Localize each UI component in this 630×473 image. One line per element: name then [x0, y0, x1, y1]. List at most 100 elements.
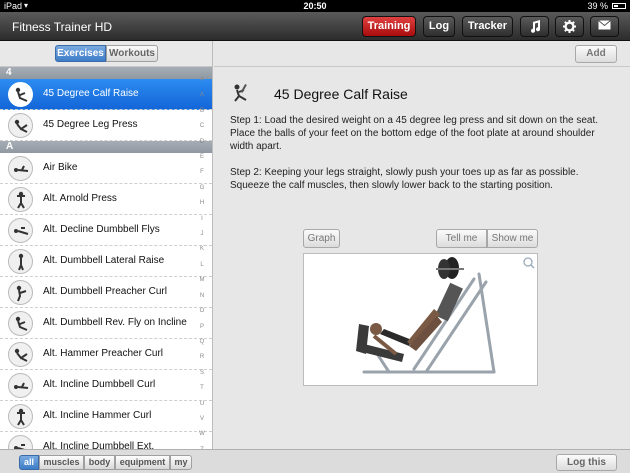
list-item[interactable]: Alt. Decline Dumbbell Flys [0, 215, 212, 246]
settings-button[interactable] [555, 16, 584, 37]
exercise-title: 45 Degree Calf Raise [274, 86, 408, 102]
list-item-label: Alt. Incline Dumbbell Curl [43, 379, 156, 390]
list-item-label: Alt. Dumbbell Lateral Raise [43, 255, 165, 266]
section-header-4: 4 [0, 67, 212, 79]
status-bar: iPad ▾ 20:50 39 % [0, 0, 630, 12]
list-item[interactable]: Alt. Arnold Press [0, 184, 212, 215]
exercise-thumbnail [8, 156, 33, 181]
alphabet-index[interactable]: 4ABCDEFGHIJKLMNOPQRSTUVWZ [196, 73, 208, 449]
exercise-thumbnail [8, 113, 33, 138]
list-item-label: 45 Degree Leg Press [43, 119, 138, 130]
index-letter[interactable]: 4 [196, 73, 208, 88]
log-this-button[interactable]: Log this [556, 454, 617, 471]
exercise-thumbnail [8, 373, 33, 398]
index-letter[interactable]: L [196, 258, 208, 273]
battery-icon [612, 3, 626, 9]
list-item-label: Alt. Dumbbell Preacher Curl [43, 286, 167, 297]
list-item[interactable]: Alt. Dumbbell Lateral Raise [0, 246, 212, 277]
index-letter[interactable]: Q [196, 335, 208, 350]
app-title: Fitness Trainer HD [12, 20, 113, 34]
index-letter[interactable]: M [196, 273, 208, 288]
index-letter[interactable]: F [196, 165, 208, 180]
list-item-label: Alt. Incline Hammer Curl [43, 410, 152, 421]
list-item[interactable]: Alt. Incline Dumbbell Ext. [0, 432, 212, 449]
tracker-tab[interactable]: Tracker [462, 16, 513, 37]
index-letter[interactable]: O [196, 304, 208, 319]
zoom-icon [523, 257, 535, 269]
battery-label: 39 % [587, 1, 608, 11]
index-letter[interactable]: P [196, 320, 208, 335]
envelope-icon [598, 20, 611, 30]
exercise-list-pane: Exercises Workouts 4 45 Degree Calf Raise… [0, 41, 213, 449]
nav-bar: Fitness Trainer HD Training Log Tracker [0, 12, 630, 41]
index-letter[interactable]: D [196, 135, 208, 150]
tab-exercises[interactable]: Exercises [55, 45, 106, 62]
list-item-label: Alt. Dumbbell Rev. Fly on Incline [43, 317, 187, 328]
index-letter[interactable]: T [196, 381, 208, 396]
filter-equipment[interactable]: equipment [115, 455, 170, 470]
bottom-filter-bar: all muscles body equipment my Log this [0, 449, 630, 473]
index-letter[interactable]: R [196, 350, 208, 365]
index-letter[interactable]: A [196, 88, 208, 103]
step-1-text: Step 1: Load the desired weight on a 45 … [230, 115, 599, 152]
index-letter[interactable]: C [196, 119, 208, 134]
exercise-thumbnail [8, 249, 33, 274]
list-item[interactable]: 45 Degree Calf Raise [0, 79, 212, 110]
index-letter[interactable]: W [196, 427, 208, 442]
list-item[interactable]: Alt. Hammer Preacher Curl [0, 339, 212, 370]
index-letter[interactable]: N [196, 289, 208, 304]
index-letter[interactable]: J [196, 227, 208, 242]
list-item[interactable]: Air Bike [0, 153, 212, 184]
list-item-label: Alt. Decline Dumbbell Flys [43, 224, 160, 235]
list-item[interactable]: Alt. Dumbbell Preacher Curl [0, 277, 212, 308]
list-mode-bar: Exercises Workouts [0, 41, 212, 67]
exercise-detail-pane: Add 45 Degree Calf Raise Step 1: Load th… [214, 41, 630, 449]
mail-button[interactable] [590, 16, 619, 37]
index-letter[interactable]: H [196, 196, 208, 211]
log-tab[interactable]: Log [423, 16, 455, 37]
list-item[interactable]: 45 Degree Leg Press [0, 110, 212, 141]
step-2-text: Step 2: Keeping your legs straight, slow… [230, 167, 579, 191]
index-letter[interactable]: S [196, 366, 208, 381]
index-letter[interactable]: U [196, 397, 208, 412]
add-button[interactable]: Add [575, 45, 617, 63]
index-letter[interactable]: B [196, 104, 208, 119]
music-button[interactable] [520, 16, 549, 37]
list-item-label: Air Bike [43, 162, 78, 173]
training-tab[interactable]: Training [362, 16, 416, 37]
list-item[interactable]: Alt. Incline Dumbbell Curl [0, 370, 212, 401]
index-letter[interactable]: G [196, 181, 208, 196]
filter-body[interactable]: body [84, 455, 115, 470]
filter-all[interactable]: all [19, 455, 39, 470]
tell-me-button[interactable]: Tell me [436, 229, 487, 248]
exercise-thumbnail [8, 82, 33, 107]
list-item-label: 45 Degree Calf Raise [43, 88, 139, 99]
exercise-thumbnail [8, 342, 33, 367]
list-item[interactable]: Alt. Dumbbell Rev. Fly on Incline [0, 308, 212, 339]
list-item[interactable]: Alt. Incline Hammer Curl [0, 401, 212, 432]
index-letter[interactable]: K [196, 242, 208, 257]
exercise-thumbnail [8, 435, 33, 449]
leg-press-machine-image [356, 257, 535, 374]
exercise-photo[interactable] [303, 253, 538, 386]
exercise-thumbnail [8, 187, 33, 212]
section-header-a: A [0, 141, 212, 153]
graph-button[interactable]: Graph [303, 229, 340, 248]
detail-toolbar: Add [214, 41, 630, 67]
index-letter[interactable]: E [196, 150, 208, 165]
exercise-thumbnail [8, 404, 33, 429]
index-letter[interactable]: V [196, 412, 208, 427]
exercise-icon [230, 81, 252, 103]
tab-workouts[interactable]: Workouts [106, 45, 158, 62]
exercise-list[interactable]: 4 45 Degree Calf Raise 45 Degree Leg Press… [0, 67, 212, 449]
list-item-label: Alt. Arnold Press [43, 193, 117, 204]
clock: 20:50 [303, 1, 327, 11]
list-item-label: Alt. Incline Dumbbell Ext. [43, 441, 155, 449]
filter-muscles[interactable]: muscles [39, 455, 84, 470]
filter-my[interactable]: my [170, 455, 192, 470]
show-me-button[interactable]: Show me [487, 229, 538, 248]
exercise-thumbnail [8, 218, 33, 243]
index-letter[interactable]: I [196, 212, 208, 227]
exercise-thumbnail [8, 280, 33, 305]
music-note-icon [530, 20, 540, 33]
